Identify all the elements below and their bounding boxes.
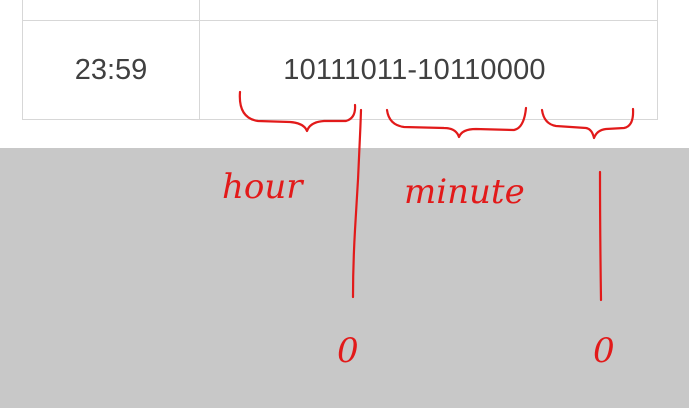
hour-label: hour: [222, 167, 304, 207]
zero-right-label: 0: [593, 331, 615, 371]
screenshot-canvas: 23:59 10111011-10110000 hour minute 0 0: [0, 0, 689, 408]
hour-brace: [238, 90, 357, 133]
zero-left-label: 0: [337, 331, 359, 371]
minute-brace: [385, 106, 528, 139]
minute-label: minute: [404, 172, 525, 212]
left-pointer-line: [351, 108, 363, 299]
right-pointer-line: [598, 170, 603, 302]
tail-brace: [540, 107, 635, 140]
handwritten-annotations: hour minute 0 0: [222, 90, 635, 371]
